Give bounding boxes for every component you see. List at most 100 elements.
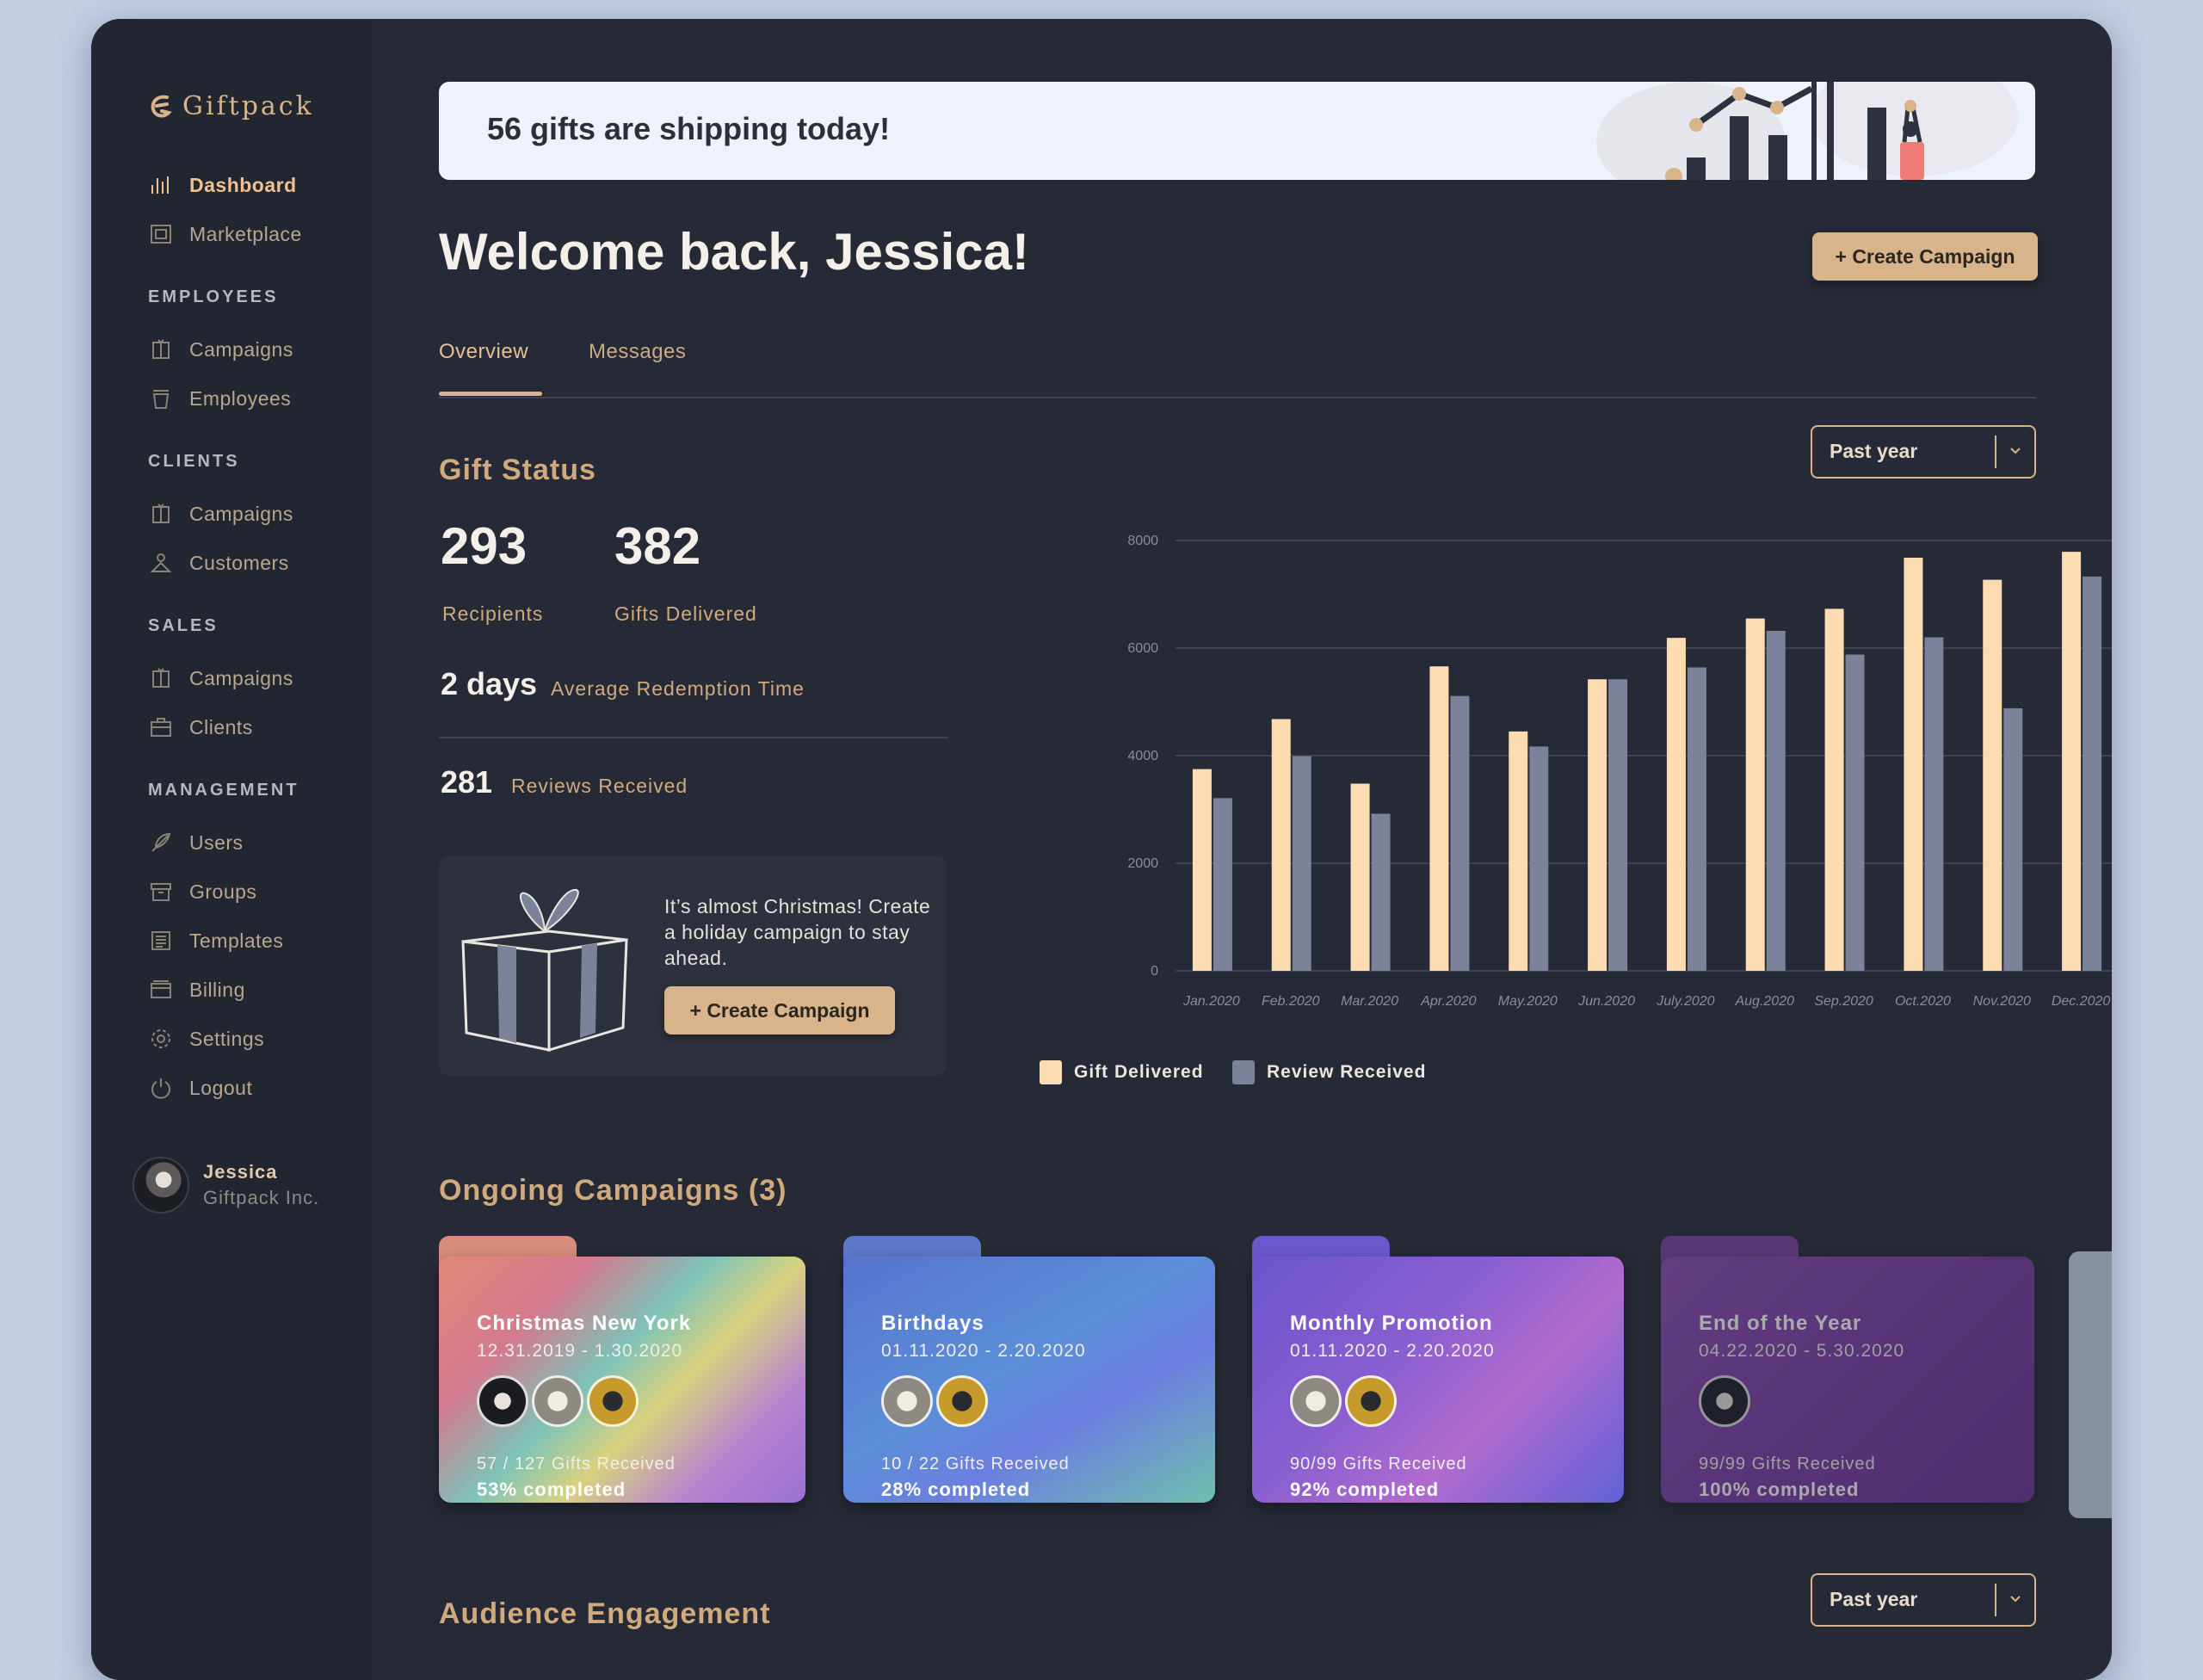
sidebar-item-marketplace[interactable]: Marketplace	[148, 221, 302, 247]
x-tick-label: Oct.2020	[1895, 994, 1951, 1009]
campaign-received: 90/99 Gifts Received	[1290, 1455, 1467, 1473]
tab-active-indicator	[439, 392, 542, 396]
page-title: Welcome back, Jessica!	[439, 223, 1029, 281]
bar-review-received	[1292, 756, 1311, 971]
chevron-down-icon	[2010, 448, 2021, 454]
bar-review-received	[1213, 798, 1232, 971]
campaign-avatars	[477, 1375, 642, 1427]
sidebar-item-label: Billing	[189, 978, 245, 1001]
card-body: Christmas New York 12.31.2019 - 1.30.202…	[439, 1257, 805, 1503]
bar-review-received	[1924, 637, 1944, 971]
briefcase-icon	[148, 714, 174, 740]
bar-gift-delivered	[1745, 618, 1765, 971]
select-divider	[1995, 1584, 1996, 1616]
ongoing-campaigns-title: Ongoing Campaigns (3)	[439, 1174, 787, 1207]
y-tick-label: 8000	[1127, 534, 1158, 548]
gift-status-range-select[interactable]: Past year	[1811, 425, 2036, 479]
sidebar-item-dashboard[interactable]: Dashboard	[148, 172, 297, 198]
bar-gift-delivered	[1509, 731, 1528, 971]
banner-text: 56 gifts are shipping today!	[487, 111, 891, 146]
campaign-dates: 01.11.2020 - 2.20.2020	[881, 1341, 1086, 1361]
legend-review-received: Review Received	[1232, 1060, 1426, 1084]
campaign-dates: 04.22.2020 - 5.30.2020	[1699, 1341, 1905, 1361]
sidebar-item-billing[interactable]: Billing	[148, 977, 245, 1003]
sidebar-item-label: Users	[189, 831, 244, 854]
sidebar-item-label: Employees	[189, 386, 292, 410]
campaign-avatars	[881, 1375, 991, 1427]
campaign-card[interactable]: End of the Year 04.22.2020 - 5.30.2020 9…	[1661, 1236, 2034, 1503]
avatar	[587, 1375, 639, 1427]
person-icon	[148, 550, 174, 576]
reviews-value: 281	[441, 764, 493, 800]
bar-review-received	[1450, 695, 1470, 971]
campaign-card[interactable]: Monthly Promotion 01.11.2020 - 2.20.2020…	[1252, 1236, 1624, 1503]
campaign-card[interactable]: Christmas New York 12.31.2019 - 1.30.202…	[439, 1236, 805, 1503]
avatar	[133, 1157, 189, 1214]
sidebar-item-logout[interactable]: Logout	[148, 1075, 252, 1101]
giftpack-logo-icon	[151, 95, 172, 117]
sidebar-item-settings[interactable]: Settings	[148, 1026, 264, 1052]
reviews-label: Reviews Received	[511, 775, 688, 797]
campaign-completed: 28% completed	[881, 1479, 1031, 1500]
app-window: Giftpack Dashboard Marketplace EMPLOYEES…	[91, 19, 2112, 1680]
sidebar-item-client-campaigns[interactable]: Campaigns	[148, 501, 293, 527]
bar-review-received	[1766, 631, 1786, 971]
bar-review-received	[2083, 576, 2102, 971]
recipients-value: 293	[441, 517, 528, 575]
bar-review-received	[1845, 654, 1865, 971]
sidebar-item-users[interactable]: Users	[148, 830, 244, 855]
sidebar-item-employees[interactable]: Employees	[148, 386, 291, 411]
storefront-icon	[148, 221, 174, 247]
card-body: Birthdays 01.11.2020 - 2.20.2020 10 / 22…	[843, 1257, 1215, 1503]
campaign-title: Monthly Promotion	[1290, 1312, 1493, 1335]
bar-chart-icon	[148, 172, 174, 198]
sidebar-item-label: Templates	[189, 929, 284, 952]
x-tick-label: July.2020	[1656, 994, 1714, 1009]
bar-gift-delivered	[1429, 666, 1449, 971]
sidebar-item-customers[interactable]: Customers	[148, 550, 289, 576]
avatar	[881, 1375, 933, 1427]
campaign-avatars	[1699, 1375, 1754, 1427]
legend-swatch	[1232, 1060, 1255, 1084]
x-tick-label: Jun.2020	[1577, 994, 1635, 1009]
sidebar-item-label: Campaigns	[189, 502, 293, 525]
y-tick-label: 4000	[1127, 749, 1158, 763]
avatar	[1699, 1375, 1750, 1427]
bar-gift-delivered	[1666, 638, 1686, 971]
giftpack-logo[interactable]: Giftpack	[148, 91, 314, 121]
gifts-delivered-value: 382	[614, 517, 701, 575]
bar-gift-delivered	[1350, 783, 1370, 971]
sidebar-item-label: Dashboard	[189, 173, 297, 196]
bar-review-received	[1687, 667, 1706, 971]
tab-overview[interactable]: Overview	[439, 340, 528, 364]
y-tick-label: 0	[1151, 964, 1158, 979]
campaign-card[interactable]: Birthdays 01.11.2020 - 2.20.2020 10 / 22…	[843, 1236, 1215, 1503]
x-tick-label: Sep.2020	[1814, 994, 1873, 1009]
campaign-received: 10 / 22 Gifts Received	[881, 1455, 1070, 1473]
bar-gift-delivered	[1271, 719, 1291, 971]
bar-gift-delivered	[1588, 679, 1608, 971]
create-campaign-button[interactable]: + Create Campaign	[1812, 232, 2038, 281]
sidebar: Giftpack Dashboard Marketplace EMPLOYEES…	[91, 19, 372, 1680]
next-campaign-card-peek[interactable]	[2069, 1251, 2112, 1518]
app-name: Giftpack	[182, 91, 314, 121]
sidebar-item-clients[interactable]: Clients	[148, 714, 253, 740]
campaign-received: 57 / 127 Gifts Received	[477, 1455, 676, 1473]
sidebar-item-sales-campaigns[interactable]: Campaigns	[148, 665, 293, 691]
tab-messages[interactable]: Messages	[589, 340, 686, 364]
x-tick-label: Jan.2020	[1182, 994, 1240, 1009]
campaign-completed: 53% completed	[477, 1479, 626, 1500]
x-tick-label: Mar.2020	[1341, 994, 1398, 1009]
bar-review-received	[1371, 813, 1391, 971]
avatar	[1345, 1375, 1397, 1427]
promo-create-campaign-button[interactable]: + Create Campaign	[664, 986, 895, 1035]
sidebar-item-templates[interactable]: Templates	[148, 928, 283, 954]
user-profile[interactable]: Jessica Giftpack Inc.	[133, 1157, 319, 1214]
bar-review-received	[2003, 708, 2023, 971]
campaign-dates: 01.11.2020 - 2.20.2020	[1290, 1341, 1495, 1361]
audience-range-select[interactable]: Past year	[1811, 1573, 2036, 1627]
sidebar-item-groups[interactable]: Groups	[148, 879, 256, 905]
campaign-completed: 92% completed	[1290, 1479, 1440, 1500]
sidebar-item-employee-campaigns[interactable]: Campaigns	[148, 337, 293, 362]
sidebar-item-label: Campaigns	[189, 337, 293, 361]
